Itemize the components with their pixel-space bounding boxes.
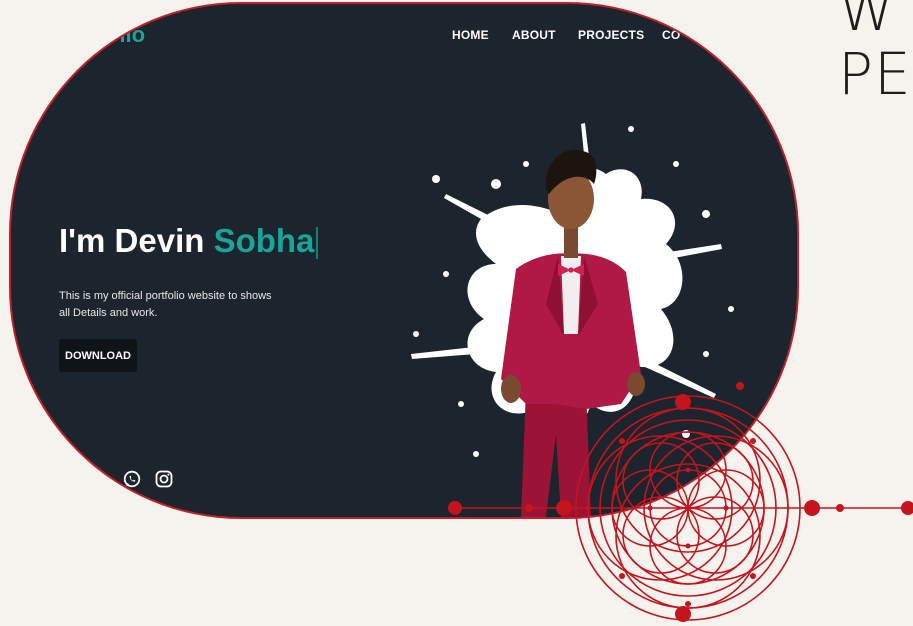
download-button[interactable]: DOWNLOAD [59, 339, 137, 372]
hero-title-name: Sobha [213, 222, 315, 259]
mandala-decoration [448, 382, 913, 622]
slide-heading: W PE [838, 0, 912, 106]
nav-link-contact[interactable]: CO [662, 28, 680, 42]
hero-title-prefix: I'm Devin [59, 222, 214, 259]
site-logo[interactable]: olio [106, 22, 145, 48]
whatsapp-icon[interactable] [122, 469, 142, 489]
nav-link-projects[interactable]: PROJECTS [578, 28, 644, 42]
line-dot [448, 501, 462, 515]
hero-description: This is my official portfolio website to… [59, 290, 272, 319]
hero-title: I'm Devin Sobha [59, 222, 319, 260]
nav-link-about[interactable]: ABOUT [512, 28, 556, 42]
nav-link-home[interactable]: HOME [452, 28, 489, 42]
typing-caret [316, 227, 319, 260]
slide-heading-line-1: W [838, 0, 897, 44]
instagram-icon[interactable] [154, 469, 174, 489]
slide-heading-line-2: PE [838, 40, 912, 108]
navbar: olio HOME ABOUT PROJECTS CO [11, 22, 797, 48]
